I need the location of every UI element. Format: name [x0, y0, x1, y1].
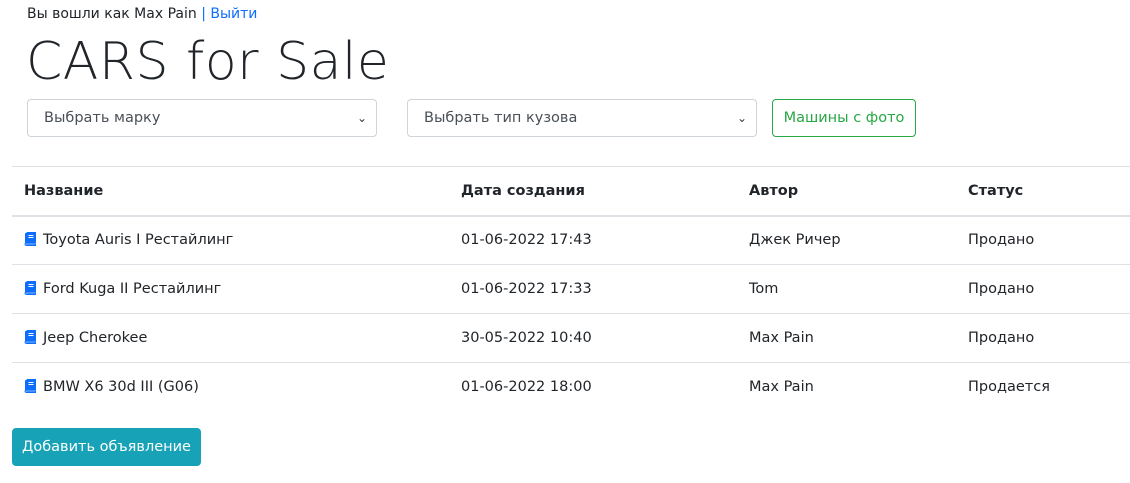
- car-name[interactable]: Jeep Cherokee: [43, 330, 147, 346]
- status-cell: Продано: [968, 330, 1035, 346]
- status-cell: Продано: [968, 232, 1035, 249]
- car-name-cell[interactable]: Ford Kuga II Рестайлинг: [12, 265, 449, 314]
- car-name[interactable]: BMW X6 30d III (G06): [43, 379, 199, 395]
- car-name-cell[interactable]: BMW X6 30d III (G06): [12, 363, 449, 412]
- car-name[interactable]: Toyota Auris I Рестайлинг: [43, 232, 233, 248]
- book-icon: [24, 232, 36, 247]
- date-cell: 01-06-2022 17:43: [461, 232, 592, 249]
- table-row: Ford Kuga II Рестайлинг 01-06-2022 17:33…: [12, 265, 1130, 314]
- page-title: CARS for Sale: [26, 32, 390, 92]
- brand-select-label: Выбрать марку: [44, 110, 161, 126]
- brand-select[interactable]: Выбрать марку ⌄: [27, 99, 377, 137]
- table-header-row: Название Дата создания Автор Статус: [12, 166, 1130, 216]
- login-text: Вы вошли как Max Pain: [27, 6, 197, 22]
- chevron-down-icon: ⌄: [356, 111, 367, 125]
- cars-with-photo-button[interactable]: Машины с фото: [772, 99, 916, 137]
- author-cell: Джек Ричер: [749, 232, 841, 249]
- body-type-select[interactable]: Выбрать тип кузова ⌄: [407, 99, 757, 137]
- table-row: Toyota Auris I Рестайлинг 01-06-2022 17:…: [12, 216, 1130, 265]
- author-cell: Max Pain: [749, 330, 814, 346]
- date-cell: 01-06-2022 17:33: [461, 281, 592, 297]
- separator: |: [201, 6, 206, 22]
- body-type-select-label: Выбрать тип кузова: [424, 110, 578, 126]
- author-cell: Tom: [749, 281, 779, 297]
- cars-table: Название Дата создания Автор Статус Toyo…: [12, 166, 1130, 412]
- status-cell: Продано: [968, 281, 1035, 297]
- author-cell: Max Pain: [749, 379, 814, 396]
- add-listing-button[interactable]: Добавить объявление: [12, 428, 201, 466]
- book-icon: [24, 379, 36, 394]
- table-row: Jeep Cherokee 30-05-2022 10:40 Max Pain …: [12, 314, 1130, 363]
- date-cell: 30-05-2022 10:40: [461, 330, 592, 346]
- column-header-name[interactable]: Название: [12, 167, 449, 216]
- login-status: Вы вошли как Max Pain | Выйти: [27, 5, 257, 23]
- book-icon: [24, 330, 36, 344]
- car-name-cell[interactable]: Toyota Auris I Рестайлинг: [12, 216, 449, 265]
- date-cell: 01-06-2022 18:00: [461, 379, 592, 396]
- column-header-author[interactable]: Автор: [737, 167, 956, 216]
- logout-link[interactable]: Выйти: [210, 6, 257, 22]
- column-header-status[interactable]: Статус: [956, 167, 1130, 216]
- chevron-down-icon: ⌄: [736, 111, 747, 125]
- column-header-date[interactable]: Дата создания: [449, 167, 737, 216]
- car-name-cell[interactable]: Jeep Cherokee: [12, 314, 449, 363]
- car-name[interactable]: Ford Kuga II Рестайлинг: [43, 281, 221, 297]
- table-row: BMW X6 30d III (G06) 01-06-2022 18:00 Ma…: [12, 363, 1130, 412]
- status-cell: Продается: [968, 379, 1050, 396]
- book-icon: [24, 281, 36, 295]
